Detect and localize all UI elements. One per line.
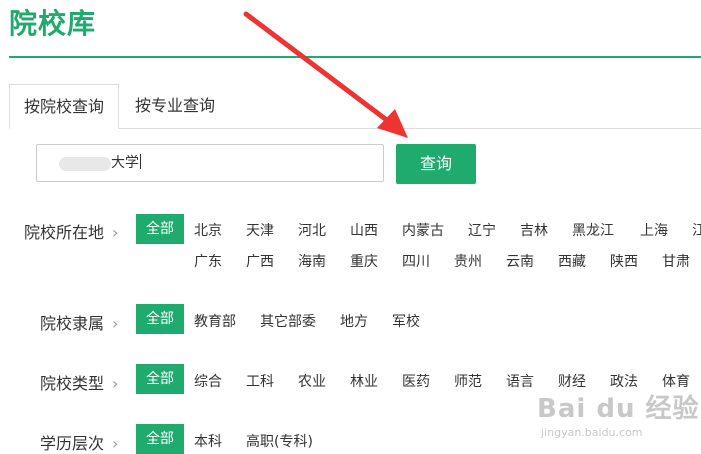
location-option[interactable]: 河北 xyxy=(298,220,326,240)
location-option[interactable]: 黑龙江 xyxy=(572,220,614,240)
location-option[interactable]: 内蒙古 xyxy=(402,220,444,240)
location-option[interactable]: 海南 xyxy=(298,251,326,271)
level-option[interactable]: 本科 xyxy=(194,431,222,451)
chevron-right-icon: › xyxy=(112,374,119,393)
watermark-url: jingyan.baidu.com xyxy=(541,426,643,439)
title-divider xyxy=(9,56,701,58)
tab-bar: 按院校查询 按专业查询 xyxy=(9,84,701,129)
filter-label-location: 院校所在地 › xyxy=(24,219,118,243)
location-option[interactable]: 辽宁 xyxy=(468,220,496,240)
watermark-brand: Bai du 经验 xyxy=(537,394,700,424)
type-option[interactable]: 林业 xyxy=(350,371,378,391)
page-title: 院校库 xyxy=(9,7,97,40)
location-option[interactable]: 吉林 xyxy=(520,220,548,240)
filter-label-text: 院校隶属 xyxy=(40,314,105,333)
filter-label-text: 院校所在地 xyxy=(24,223,105,242)
level-all-button[interactable]: 全部 xyxy=(136,424,184,454)
type-option[interactable]: 师范 xyxy=(454,371,482,391)
location-option[interactable]: 西藏 xyxy=(558,251,586,271)
text-caret xyxy=(140,154,141,169)
location-option[interactable]: 重庆 xyxy=(350,251,378,271)
location-option[interactable]: 甘肃 xyxy=(662,251,690,271)
affiliation-option[interactable]: 其它部委 xyxy=(260,311,316,331)
affiliation-option[interactable]: 教育部 xyxy=(194,311,236,331)
tab-by-major[interactable]: 按专业查询 xyxy=(135,84,215,128)
affiliation-option[interactable]: 地方 xyxy=(340,311,368,331)
chevron-right-icon: › xyxy=(112,434,119,453)
location-option[interactable]: 广东 xyxy=(194,251,222,271)
location-option[interactable]: 天津 xyxy=(246,220,274,240)
location-option[interactable]: 北京 xyxy=(194,220,222,240)
search-input[interactable]: 大学 xyxy=(36,144,384,182)
location-option[interactable]: 陕西 xyxy=(610,251,638,271)
level-option[interactable]: 高职(专科) xyxy=(246,431,313,451)
type-option[interactable]: 语言 xyxy=(506,371,534,391)
blurred-text xyxy=(59,157,111,171)
search-button[interactable]: 查询 xyxy=(396,144,476,184)
filter-label-affiliation: 院校隶属 › xyxy=(40,310,118,334)
location-option[interactable]: 上海 xyxy=(640,220,668,240)
type-option[interactable]: 综合 xyxy=(194,371,222,391)
type-all-button[interactable]: 全部 xyxy=(136,364,184,394)
location-option[interactable]: 云南 xyxy=(506,251,534,271)
filter-label-text: 学历层次 xyxy=(40,434,105,453)
location-all-button[interactable]: 全部 xyxy=(136,214,184,244)
watermark: Bai du 经验 jingyan.baidu.com xyxy=(535,388,701,453)
type-option[interactable]: 农业 xyxy=(298,371,326,391)
location-option[interactable]: 广西 xyxy=(246,251,274,271)
affiliation-all-button[interactable]: 全部 xyxy=(136,304,184,334)
filter-label-level: 学历层次 › xyxy=(40,430,118,454)
location-option[interactable]: 江 xyxy=(692,220,701,240)
chevron-right-icon: › xyxy=(112,314,119,333)
location-option[interactable]: 山西 xyxy=(350,220,378,240)
filter-label-type: 院校类型 › xyxy=(40,370,118,394)
location-option[interactable]: 贵州 xyxy=(454,251,482,271)
chevron-right-icon: › xyxy=(112,223,119,242)
type-option[interactable]: 工科 xyxy=(246,371,274,391)
type-option[interactable]: 医药 xyxy=(402,371,430,391)
affiliation-option[interactable]: 军校 xyxy=(392,311,420,331)
filter-label-text: 院校类型 xyxy=(40,374,105,393)
search-input-value: 大学 xyxy=(111,155,139,171)
tab-by-school[interactable]: 按院校查询 xyxy=(9,84,119,129)
location-option[interactable]: 四川 xyxy=(402,251,430,271)
